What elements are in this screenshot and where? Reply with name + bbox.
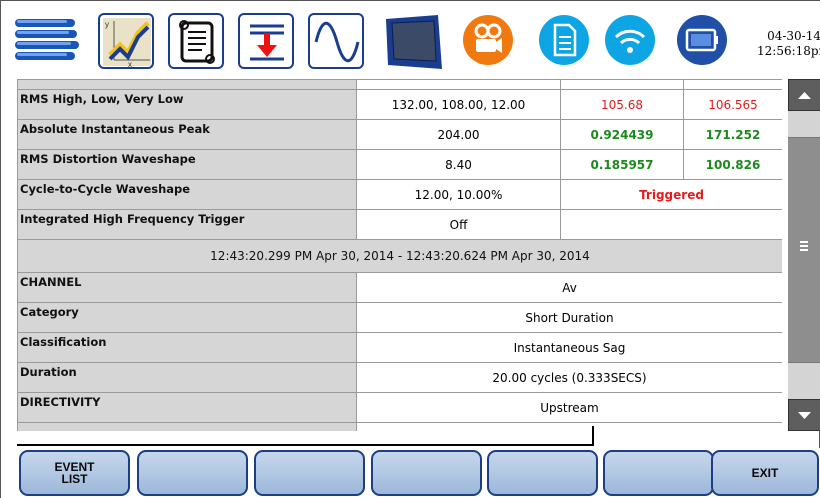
wifi-icon[interactable] xyxy=(605,15,655,65)
detail-value: Short Duration xyxy=(356,302,782,333)
trigger-setting: 132.00, 108.00, 12.00 xyxy=(356,89,561,120)
fkey-label xyxy=(605,452,712,494)
trigger-status-empty xyxy=(560,209,782,240)
datetime-display: 04-30-14 12:56:18pm xyxy=(757,29,820,58)
table-row-partial xyxy=(17,79,782,90)
trigger-label: Absolute Instantaneous Peak xyxy=(17,119,357,150)
table-row[interactable]: Integrated High Frequency Trigger Off xyxy=(17,209,782,240)
download-icon[interactable] xyxy=(238,13,294,69)
detail-label: DIRECTIVITY xyxy=(17,392,357,423)
trigger-value-2: 100.826 xyxy=(683,149,782,180)
fkey-label: EVENT LIST xyxy=(54,460,95,486)
grip-icon xyxy=(800,241,808,251)
detail-value: Upstream xyxy=(356,392,782,423)
toolbar: y x 04-30-14 12:56:18p xyxy=(1,1,820,79)
detail-label: CHANNEL xyxy=(17,272,357,303)
trigger-label: Integrated High Frequency Trigger xyxy=(17,209,357,240)
table-row[interactable]: DIRECTIVITY Upstream xyxy=(17,392,782,423)
scroll-track[interactable] xyxy=(788,363,820,399)
scroll-icon[interactable] xyxy=(168,13,224,69)
detail-value: 20.00 cycles (0.333SECS) xyxy=(356,362,782,393)
table-row[interactable]: CHANNEL Av xyxy=(17,272,782,303)
detail-value: Av xyxy=(356,272,782,303)
status-line xyxy=(17,426,594,446)
battery-icon[interactable] xyxy=(677,15,727,65)
detail-label: Category xyxy=(17,302,357,333)
trigger-label: RMS High, Low, Very Low xyxy=(17,89,357,120)
function-key-6[interactable] xyxy=(603,450,714,496)
trigger-value-2: 106.565 xyxy=(683,89,782,120)
time-range-header: 12:43:20.299 PM Apr 30, 2014 - 12:43:20.… xyxy=(17,239,782,273)
triangle-down-icon xyxy=(798,412,811,419)
table-row[interactable]: RMS Distortion Waveshape 8.40 0.185957 1… xyxy=(17,149,782,180)
trigger-value-2: 171.252 xyxy=(683,119,782,150)
function-key-5[interactable] xyxy=(487,450,598,496)
svg-text:y: y xyxy=(105,20,109,29)
function-key-bar: EVENT LIST EXIT xyxy=(1,448,820,498)
detail-label: Duration xyxy=(17,362,357,393)
camera-icon[interactable] xyxy=(463,15,513,65)
fkey-label: EXIT xyxy=(751,466,779,480)
document-icon[interactable] xyxy=(539,15,589,65)
function-key-4[interactable] xyxy=(371,450,482,496)
event-list-button[interactable]: EVENT LIST xyxy=(19,450,130,496)
chart-icon[interactable]: y x xyxy=(98,13,154,69)
fkey-label xyxy=(256,452,363,494)
trigger-status: Triggered xyxy=(560,179,782,210)
table-row[interactable]: Duration 20.00 cycles (0.333SECS) xyxy=(17,362,782,393)
scroll-down-button[interactable] xyxy=(788,399,820,431)
scrollbar[interactable] xyxy=(788,79,820,431)
event-detail-screen: y x 04-30-14 12:56:18p RMS High, Low, Ve… xyxy=(0,0,820,498)
trigger-value-1: 105.68 xyxy=(560,89,684,120)
menu-icon[interactable] xyxy=(15,15,81,67)
display-icon[interactable] xyxy=(384,13,444,71)
function-key-2[interactable] xyxy=(137,450,248,496)
detail-label: Classification xyxy=(17,332,357,363)
function-key-3[interactable] xyxy=(254,450,365,496)
scroll-track[interactable] xyxy=(788,111,820,137)
trigger-label: RMS Distortion Waveshape xyxy=(17,149,357,180)
table-row[interactable]: Cycle-to-Cycle Waveshape 12.00, 10.00% T… xyxy=(17,179,782,210)
trigger-value-1: 0.185957 xyxy=(560,149,684,180)
table-row[interactable]: Classification Instantaneous Sag xyxy=(17,332,782,363)
scroll-thumb[interactable] xyxy=(788,137,820,363)
detail-value: Instantaneous Sag xyxy=(356,332,782,363)
exit-button[interactable]: EXIT xyxy=(711,450,819,496)
triangle-up-icon xyxy=(798,92,811,99)
trigger-setting: 12.00, 10.00% xyxy=(356,179,561,210)
time-range-row: 12:43:20.299 PM Apr 30, 2014 - 12:43:20.… xyxy=(17,239,782,273)
event-table: RMS High, Low, Very Low 132.00, 108.00, … xyxy=(17,79,782,431)
fkey-label xyxy=(373,452,480,494)
svg-text:x: x xyxy=(128,60,132,69)
trigger-setting: 204.00 xyxy=(356,119,561,150)
table-row[interactable]: RMS High, Low, Very Low 132.00, 108.00, … xyxy=(17,89,782,120)
trigger-setting: 8.40 xyxy=(356,149,561,180)
waveform-icon[interactable] xyxy=(308,13,364,69)
table-row[interactable]: Absolute Instantaneous Peak 204.00 0.924… xyxy=(17,119,782,150)
table-row[interactable]: Category Short Duration xyxy=(17,302,782,333)
fkey-label xyxy=(489,452,596,494)
trigger-label: Cycle-to-Cycle Waveshape xyxy=(17,179,357,210)
trigger-setting: Off xyxy=(356,209,561,240)
fkey-label xyxy=(139,452,246,494)
trigger-value-1: 0.924439 xyxy=(560,119,684,150)
scroll-up-button[interactable] xyxy=(788,79,820,111)
